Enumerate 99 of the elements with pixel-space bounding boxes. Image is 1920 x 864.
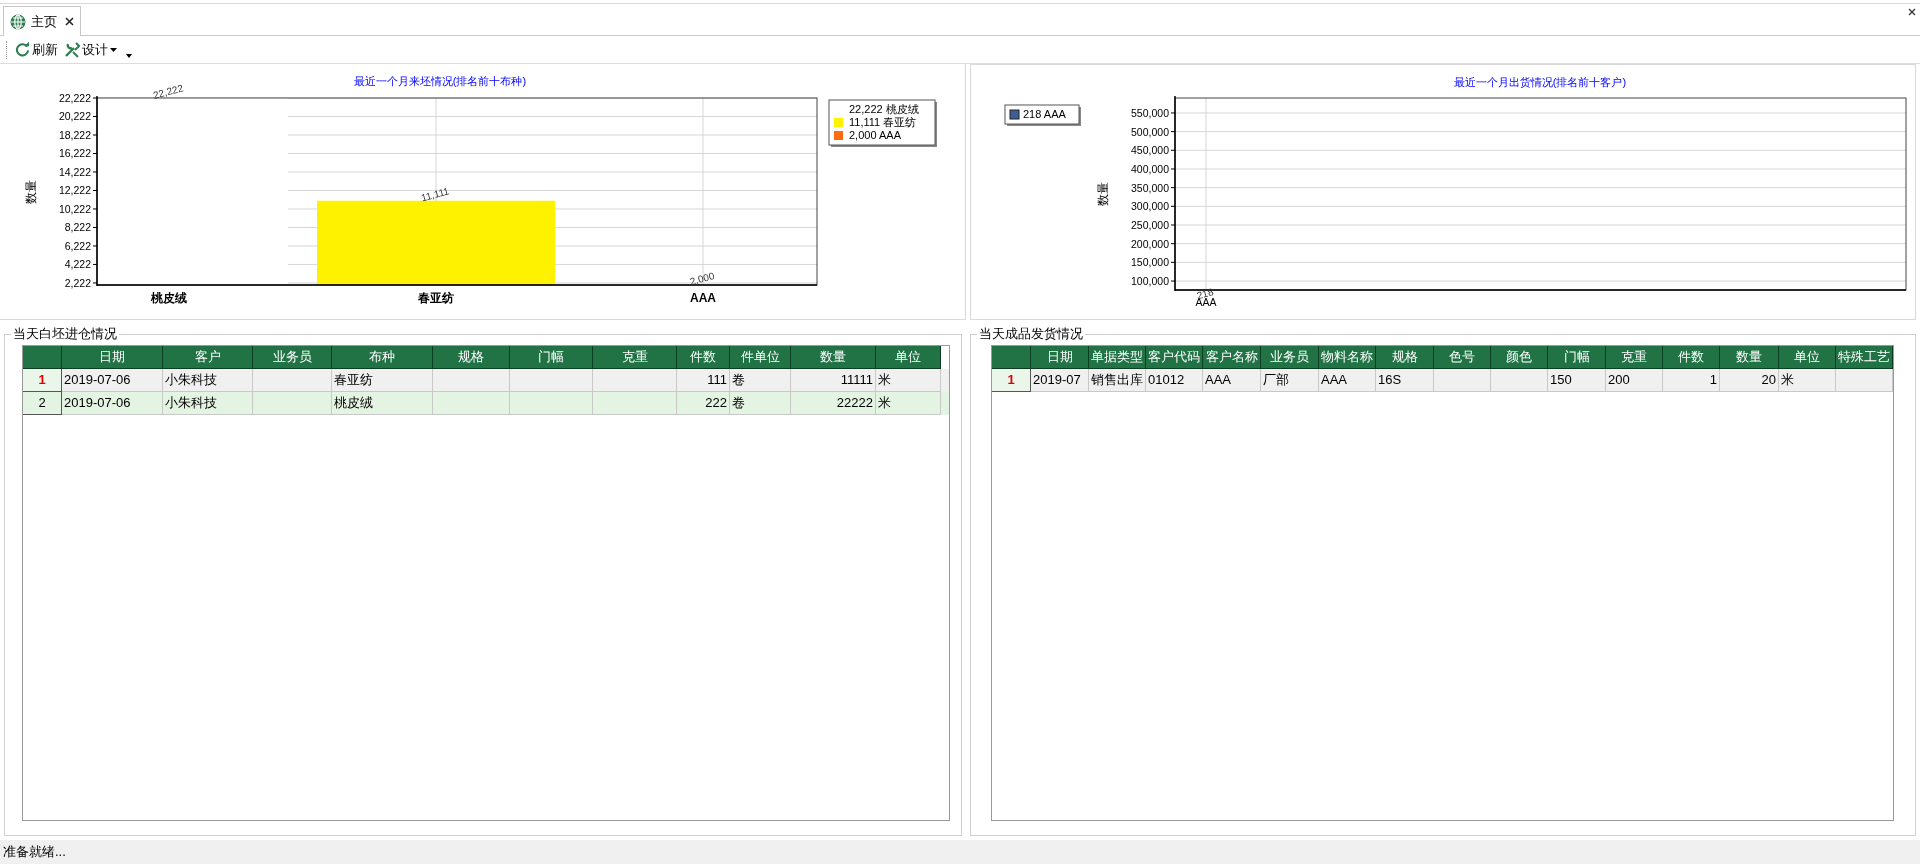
- column-header[interactable]: 单据类型: [1089, 346, 1146, 369]
- y-tick-label: 500,000: [1131, 125, 1169, 138]
- y-tick-label: 550,000: [1131, 106, 1169, 119]
- legend-label: 218 AAA: [1023, 108, 1066, 120]
- y-axis-label: 数量: [24, 179, 38, 204]
- table-cell: 销售出库: [1089, 369, 1146, 392]
- section-title: 当天成品发货情况: [977, 326, 1085, 342]
- y-tick-label: 2,222: [64, 276, 91, 289]
- close-icon[interactable]: [65, 17, 74, 26]
- y-tick-label: 14,222: [58, 166, 91, 178]
- row-number[interactable]: 1: [23, 369, 62, 392]
- column-header[interactable]: 客户代码: [1146, 346, 1203, 369]
- table-cell: AAA: [1319, 369, 1376, 392]
- column-header[interactable]: 数量: [791, 346, 876, 369]
- x-tick-label: 春亚纺: [418, 291, 454, 305]
- chart-title: 最近一个月来坯情况(排名前十布种): [353, 75, 527, 87]
- y-tick-label: 22,222: [58, 92, 91, 104]
- column-header[interactable]: 布种: [332, 346, 433, 369]
- table-cell: 2019-07-06: [62, 392, 163, 415]
- column-header[interactable]: 客户名称: [1203, 346, 1261, 369]
- y-tick-label: 300,000: [1131, 200, 1169, 213]
- table-cell: 厂部: [1261, 369, 1319, 392]
- table-cell: AAA: [1203, 369, 1261, 392]
- column-header[interactable]: 色号: [1434, 346, 1491, 369]
- table-cell: 米: [876, 392, 941, 415]
- table-cell: 1: [1663, 369, 1720, 392]
- y-tick-label: 6,222: [64, 239, 91, 252]
- table-cell: 2019-07: [1031, 369, 1089, 392]
- y-tick-label: 150,000: [1131, 256, 1169, 269]
- column-header[interactable]: 件单位: [730, 346, 791, 369]
- refresh-button[interactable]: 刷新: [14, 38, 59, 61]
- table-cell: 150: [1548, 369, 1606, 392]
- table-cell: [1491, 369, 1548, 392]
- chart-title: 最近一个月出货情况(排名前十客户): [1453, 76, 1627, 88]
- y-axis-label: 数量: [1096, 182, 1110, 206]
- column-header[interactable]: 单位: [876, 346, 941, 369]
- table-cell: 16S: [1376, 369, 1434, 392]
- legend-label: 2,000 AAA: [849, 129, 901, 141]
- column-header[interactable]: 克重: [1606, 346, 1663, 369]
- y-tick-label: 100,000: [1131, 275, 1169, 288]
- row-number[interactable]: 1: [992, 369, 1031, 392]
- column-header[interactable]: 单位: [1779, 346, 1836, 369]
- row-number[interactable]: 2: [23, 392, 62, 415]
- y-tick-label: 8,222: [64, 221, 91, 234]
- column-header[interactable]: 规格: [433, 346, 510, 369]
- y-tick-label: 450,000: [1131, 144, 1169, 157]
- section-title: 当天白坯进仓情况: [11, 326, 119, 342]
- caret-icon: [110, 47, 117, 52]
- tools-icon: [64, 41, 80, 58]
- column-header[interactable]: 日期: [62, 346, 163, 369]
- x-tick-label: 桃皮绒: [151, 291, 187, 305]
- y-tick-label: 16,222: [58, 147, 91, 160]
- y-tick-label: 10,222: [58, 202, 91, 215]
- y-tick-label: 350,000: [1131, 181, 1169, 194]
- column-header[interactable]: 克重: [593, 346, 677, 369]
- y-tick-label: 400,000: [1131, 162, 1169, 175]
- table-cell: 22222: [791, 392, 876, 415]
- table-cell: 卷: [730, 392, 791, 415]
- column-header[interactable]: 门幅: [510, 346, 593, 369]
- column-header[interactable]: 特殊工艺: [1836, 346, 1893, 369]
- tab[interactable]: 主页: [3, 6, 81, 36]
- table-cell: 桃皮绒: [332, 392, 433, 415]
- overflow-icon[interactable]: [126, 53, 132, 58]
- y-tick-label: 20,222: [58, 110, 91, 123]
- column-header[interactable]: 件数: [677, 346, 730, 369]
- design-button[interactable]: 设计: [63, 38, 118, 61]
- table-cell: 20: [1720, 369, 1779, 392]
- y-tick-label: 4,222: [64, 258, 91, 271]
- value-label: 2,000: [688, 270, 716, 288]
- table-cell: 200: [1606, 369, 1663, 392]
- table-cell: [1836, 369, 1893, 392]
- column-header[interactable]: 客户: [163, 346, 253, 369]
- table-cell: 小朱科技: [163, 392, 253, 415]
- value-label: 22,222: [151, 82, 185, 101]
- table-cell: 01012: [1146, 369, 1203, 392]
- column-header[interactable]: 门幅: [1548, 346, 1606, 369]
- column-header[interactable]: 件数: [1663, 346, 1720, 369]
- column-header[interactable]: 数量: [1720, 346, 1779, 369]
- refresh-icon: [15, 42, 30, 57]
- column-header[interactable]: 业务员: [253, 346, 332, 369]
- legend-label: 11,111 春亚纺: [849, 116, 917, 128]
- column-header[interactable]: 业务员: [1261, 346, 1319, 369]
- column-header[interactable]: 规格: [1376, 346, 1434, 369]
- y-tick-label: 12,222: [58, 184, 91, 197]
- y-tick-label: 250,000: [1131, 219, 1169, 231]
- column-header[interactable]: 颜色: [1491, 346, 1548, 369]
- close-icon[interactable]: [1908, 8, 1916, 16]
- table-cell: [1434, 369, 1491, 392]
- x-tick-label: AAA: [690, 291, 716, 305]
- globe-icon: [10, 13, 26, 30]
- value-label: 11,111: [419, 185, 451, 204]
- y-tick-label: 18,222: [58, 129, 91, 141]
- table-cell: 222: [677, 392, 730, 415]
- y-tick-label: 200,000: [1131, 237, 1169, 250]
- status-bar: 准备就绪...: [0, 840, 1920, 864]
- column-header[interactable]: 物料名称: [1319, 346, 1376, 369]
- legend-label: 22,222 桃皮绒: [849, 103, 919, 115]
- column-header[interactable]: 日期: [1031, 346, 1089, 369]
- table-cell: 米: [1779, 369, 1836, 392]
